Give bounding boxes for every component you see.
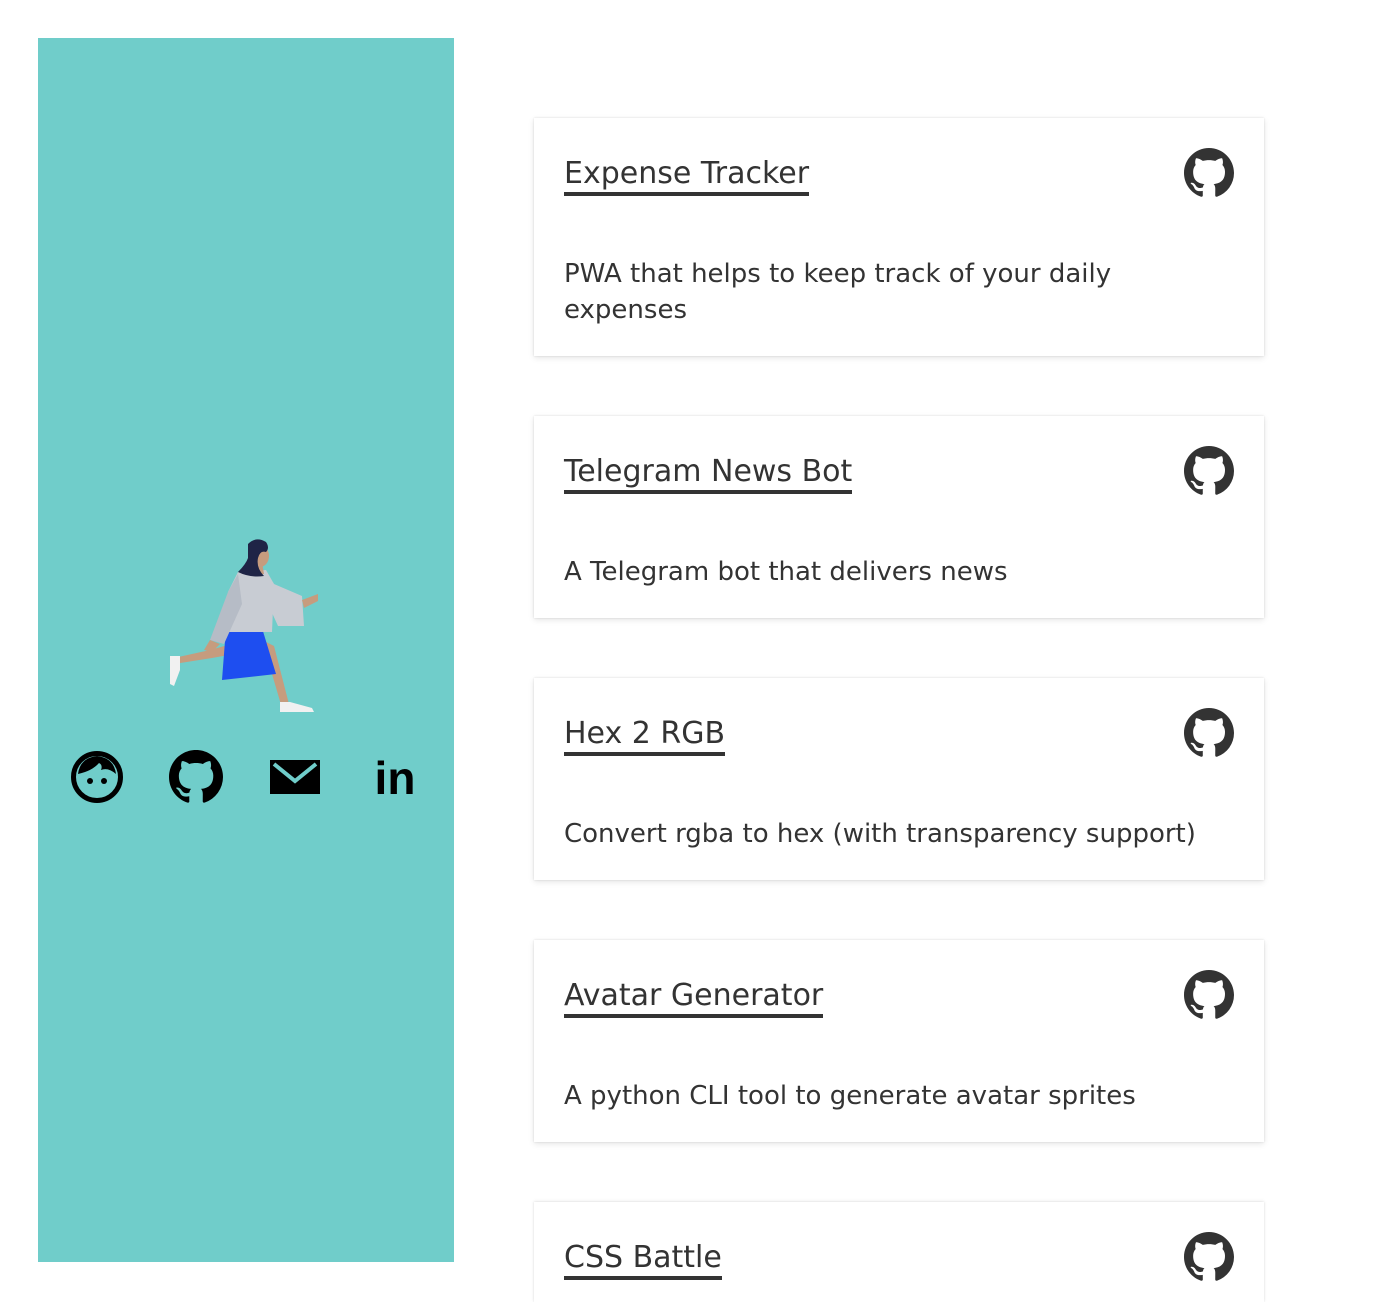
github-icon[interactable]	[1184, 148, 1234, 198]
project-card: Telegram News Bot A Telegram bot that de…	[534, 416, 1264, 618]
mail-icon[interactable]	[268, 750, 322, 804]
linkedin-icon-text: in	[375, 752, 416, 804]
sidebar: in	[38, 38, 454, 1262]
github-icon[interactable]	[1184, 708, 1234, 758]
project-title-link[interactable]: CSS Battle	[564, 1240, 722, 1280]
project-description: A Telegram bot that delivers news	[564, 557, 1008, 587]
project-card: Expense Tracker PWA that helps to keep t…	[534, 118, 1264, 356]
project-title-link[interactable]: Expense Tracker	[564, 156, 810, 196]
project-card: Hex 2 RGB Convert rgba to hex (with tran…	[534, 678, 1264, 880]
project-title-link[interactable]: Hex 2 RGB	[564, 716, 726, 756]
face-icon[interactable]	[70, 750, 124, 804]
project-title-link[interactable]: Telegram News Bot	[564, 454, 853, 494]
project-description: Convert rgba to hex (with transparency s…	[564, 819, 1196, 849]
github-icon[interactable]	[1184, 970, 1234, 1020]
project-card: CSS Battle	[534, 1202, 1264, 1302]
project-card: Avatar Generator A python CLI tool to ge…	[534, 940, 1264, 1142]
project-title-link[interactable]: Avatar Generator	[564, 978, 824, 1018]
project-description: A python CLI tool to generate avatar spr…	[564, 1081, 1136, 1111]
github-icon[interactable]	[1184, 446, 1234, 496]
github-icon[interactable]	[169, 750, 223, 804]
project-description: PWA that helps to keep track of your dai…	[564, 259, 1112, 325]
github-icon[interactable]	[1184, 1232, 1234, 1282]
woman-walking-illustration	[170, 539, 318, 712]
linkedin-icon[interactable]: in	[368, 750, 422, 804]
